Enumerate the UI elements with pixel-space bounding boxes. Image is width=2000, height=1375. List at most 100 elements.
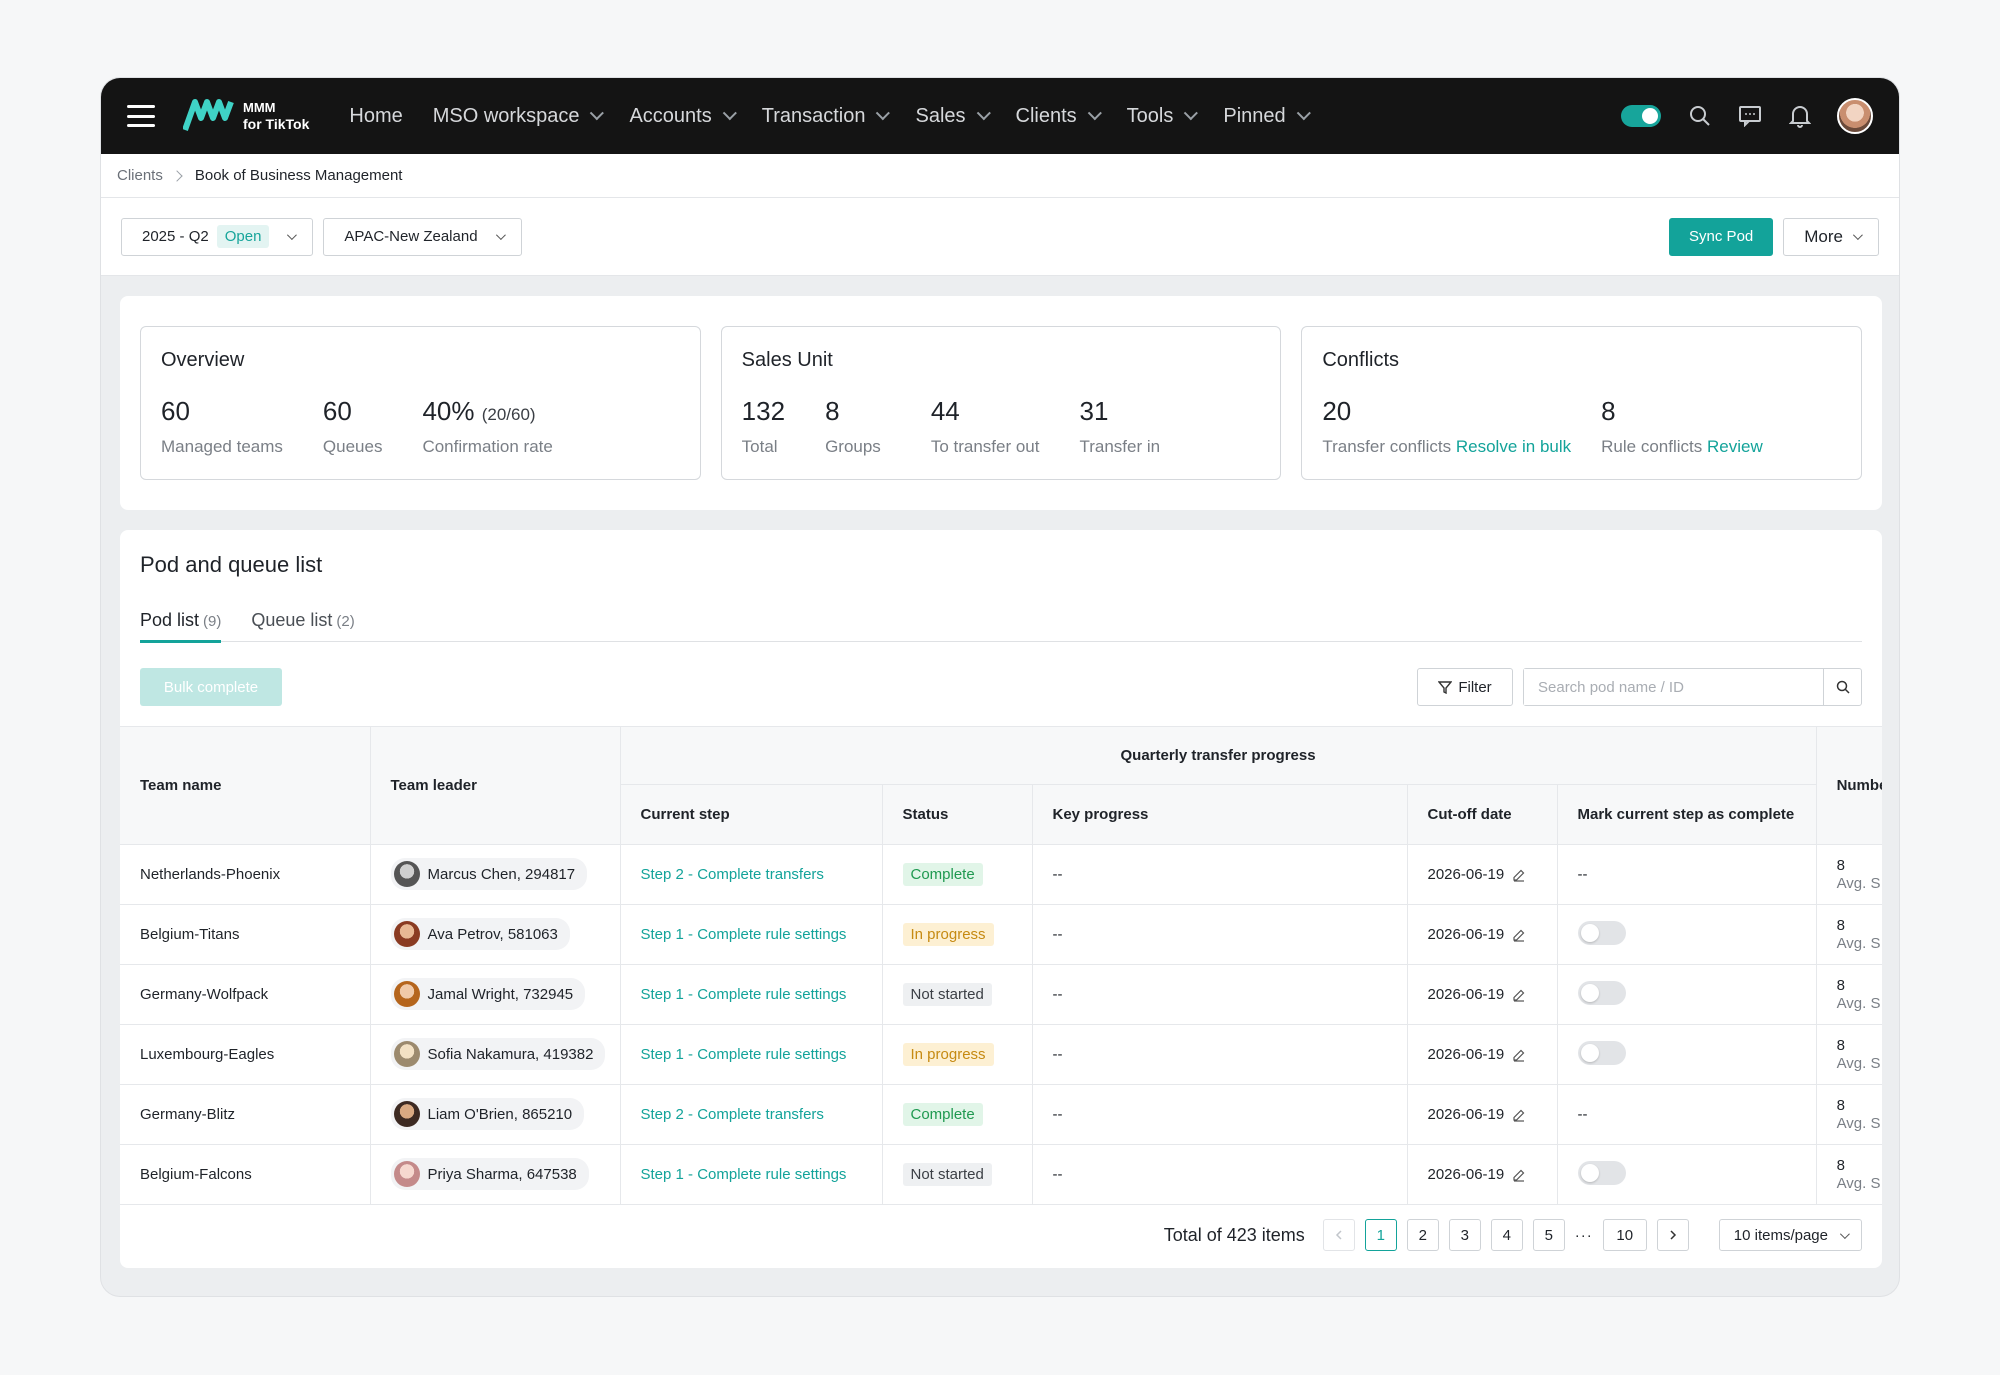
region-select[interactable]: APAC-New Zealand	[323, 217, 522, 256]
cutoff-date: 2026-06-19	[1427, 866, 1505, 883]
team-name: Germany-Blitz	[120, 1084, 370, 1145]
filter-button[interactable]: Filter	[1417, 668, 1513, 706]
status-badge: In progress	[902, 1043, 994, 1066]
header-cutoff-date[interactable]: Cut-off date	[1406, 784, 1558, 845]
avatar	[393, 981, 420, 1007]
page-button-1[interactable]: 1	[1364, 1219, 1397, 1251]
stat-value: 44	[930, 396, 960, 426]
next-page-button[interactable]	[1656, 1219, 1689, 1251]
team-leader-cell: Priya Sharma, 647538	[369, 1144, 620, 1205]
current-step-link[interactable]: Step 1 - Complete rule settings	[641, 986, 847, 1003]
stat-groups: 8 Groups	[825, 396, 881, 457]
team-name: Netherlands-Phoenix	[120, 844, 370, 905]
logo[interactable]: MMM for TikTok	[183, 98, 309, 134]
pod-queue-list: Pod and queue list Pod list (9) Queue lis…	[120, 530, 1882, 1268]
more-label: More	[1804, 226, 1843, 246]
team-leader-chip[interactable]: Marcus Chen, 294817	[390, 858, 588, 890]
current-step-link[interactable]: Step 1 - Complete rule settings	[641, 1046, 847, 1063]
header-current-step[interactable]: Current step	[620, 784, 883, 845]
header-key-progress[interactable]: Key progress	[1031, 784, 1408, 845]
search-icon	[1836, 680, 1850, 694]
avatar	[393, 921, 420, 947]
header-number[interactable]: Number	[1815, 726, 1882, 845]
mark-complete-toggle[interactable]	[1577, 920, 1626, 945]
mark-complete-toggle[interactable]	[1577, 1040, 1626, 1065]
number-cell: 8 Avg. S	[1815, 1144, 1882, 1205]
team-leader-chip[interactable]: Liam O'Brien, 865210	[390, 1098, 585, 1130]
team-leader-chip[interactable]: Jamal Wright, 732945	[390, 978, 586, 1010]
conflicts-card: Conflicts 20 Transfer conflicts Resolve …	[1301, 326, 1863, 480]
team-leader-chip[interactable]: Priya Sharma, 647538	[390, 1158, 589, 1190]
theme-toggle[interactable]	[1621, 105, 1661, 127]
header-team-name[interactable]: Team name	[120, 726, 371, 845]
nav-item-home[interactable]: Home	[349, 105, 402, 128]
review-link[interactable]: Review	[1707, 437, 1763, 456]
nav-item-mso-workspace[interactable]: MSO workspace	[433, 105, 605, 128]
edit-icon[interactable]	[1512, 1168, 1526, 1182]
table-row[interactable]: Belgium-Titans Ava Petrov, 581063 Step 1 -…	[120, 904, 1882, 965]
sync-pod-button[interactable]: Sync Pod	[1669, 217, 1774, 256]
search-icon[interactable]	[1687, 103, 1713, 129]
current-step-link[interactable]: Step 1 - Complete rule settings	[641, 926, 847, 943]
table-row[interactable]: Netherlands-Phoenix Marcus Chen, 294817 St…	[120, 844, 1882, 905]
table-row[interactable]: Germany-Blitz Liam O'Brien, 865210 Step 2 …	[120, 1084, 1882, 1145]
search-input[interactable]	[1524, 669, 1823, 705]
team-leader-chip[interactable]: Ava Petrov, 581063	[390, 918, 570, 950]
edit-icon[interactable]	[1512, 1108, 1526, 1122]
tab-queue-list[interactable]: Queue list (2)	[251, 610, 354, 642]
nav-item-clients[interactable]: Clients	[1016, 105, 1102, 128]
page-button-5[interactable]: 5	[1532, 1219, 1565, 1251]
bulk-complete-button[interactable]: Bulk complete	[140, 668, 282, 706]
bell-icon[interactable]	[1787, 103, 1813, 129]
menu-icon[interactable]	[127, 105, 155, 127]
stat-transfer-in: 31 Transfer in	[1079, 396, 1160, 457]
current-step-link[interactable]: Step 2 - Complete transfers	[641, 1106, 824, 1123]
team-leader-chip[interactable]: Sofia Nakamura, 419382	[390, 1038, 606, 1070]
tab-pod-list[interactable]: Pod list (9)	[140, 610, 222, 643]
edit-icon[interactable]	[1512, 988, 1526, 1002]
page-button-2[interactable]: 2	[1406, 1219, 1439, 1251]
status-badge: Complete	[902, 863, 983, 886]
stat-confirmation-rate: 40% (20/60) Confirmation rate	[422, 396, 552, 457]
edit-icon[interactable]	[1512, 868, 1526, 882]
user-avatar[interactable]	[1837, 98, 1873, 134]
nav-item-tools[interactable]: Tools	[1127, 105, 1199, 128]
period-select[interactable]: 2025 - Q2 Open	[121, 217, 314, 256]
number-value: 8	[1836, 916, 1845, 934]
nav-item-transaction[interactable]: Transaction	[762, 105, 891, 128]
nav-item-pinned[interactable]: Pinned	[1223, 105, 1311, 128]
mark-complete-toggle[interactable]	[1577, 980, 1626, 1005]
breadcrumb-parent[interactable]: Clients	[117, 167, 163, 184]
cutoff-date: 2026-06-19	[1427, 1046, 1505, 1063]
header-team-leader[interactable]: Team leader	[369, 726, 621, 845]
current-step-cell: Step 1 - Complete rule settings	[619, 1024, 882, 1085]
current-step-link[interactable]: Step 1 - Complete rule settings	[641, 1166, 847, 1183]
team-leader-name: Ava Petrov, 581063	[427, 925, 558, 943]
nav-item-sales[interactable]: Sales	[915, 105, 991, 128]
stat-label: Rule conflicts	[1601, 437, 1703, 456]
table-row[interactable]: Germany-Wolfpack Jamal Wright, 732945 Step…	[120, 964, 1882, 1025]
resolve-in-bulk-link[interactable]: Resolve in bulk	[1456, 437, 1571, 456]
message-icon[interactable]	[1737, 103, 1763, 129]
table-row[interactable]: Belgium-Falcons Priya Sharma, 647538 Step …	[120, 1144, 1882, 1205]
status-badge: In progress	[902, 923, 994, 946]
table-row[interactable]: Luxembourg-Eagles Sofia Nakamura, 419382 S…	[120, 1024, 1882, 1085]
prev-page-button[interactable]	[1322, 1219, 1355, 1251]
cutoff-cell: 2026-06-19	[1406, 904, 1557, 965]
page-button-last[interactable]: 10	[1602, 1219, 1647, 1251]
edit-icon[interactable]	[1512, 1048, 1526, 1062]
page-button-3[interactable]: 3	[1448, 1219, 1481, 1251]
nav-item-accounts[interactable]: Accounts	[629, 105, 737, 128]
page-button-4[interactable]: 4	[1490, 1219, 1523, 1251]
header-status[interactable]: Status	[881, 784, 1033, 845]
header-mark-complete[interactable]: Mark current step as complete	[1556, 784, 1817, 845]
search-button[interactable]	[1823, 669, 1861, 705]
current-step-link[interactable]: Step 2 - Complete transfers	[641, 866, 824, 883]
more-button[interactable]: More	[1783, 217, 1879, 256]
cutoff-date: 2026-06-19	[1427, 986, 1505, 1003]
edit-icon[interactable]	[1512, 928, 1526, 942]
pagination: Total of 423 items 12345 ··· 10 10 items…	[1164, 1218, 1862, 1252]
mark-complete-toggle[interactable]	[1577, 1160, 1626, 1185]
page-size-select[interactable]: 10 items/page	[1718, 1219, 1862, 1251]
current-step-cell: Step 2 - Complete transfers	[619, 1084, 882, 1145]
